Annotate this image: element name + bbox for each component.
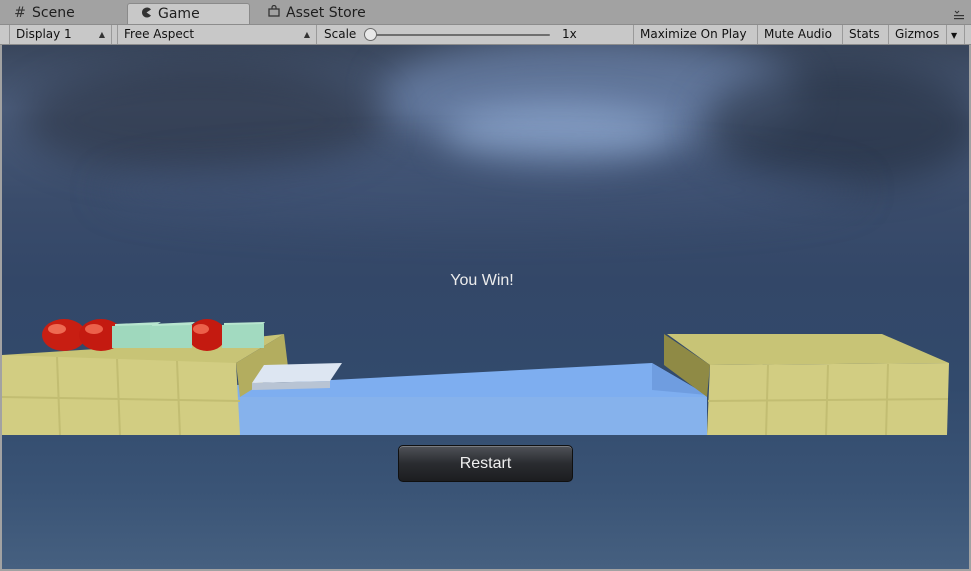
maximize-on-play-label: Maximize On Play [640,27,747,41]
scale-slider-knob[interactable] [364,28,377,41]
aspect-dropdown[interactable]: Free Aspect ▲ [117,25,317,44]
grid-icon: # [14,5,26,21]
tab-scene-label: Scene [32,5,75,21]
red-ball [48,324,66,334]
tab-bar: # Scene Game Asset Store [0,0,971,24]
stats-toggle[interactable]: Stats [843,25,889,44]
white-tile-top [252,363,342,383]
tab-game[interactable]: Game [127,3,250,24]
game-viewport[interactable]: You Win! Restart [2,45,969,569]
red-ball [193,324,209,334]
tab-menu-icon[interactable] [953,10,965,21]
display-dropdown-label: Display 1 [16,27,72,41]
right-block-top [667,334,949,365]
green-box [222,324,264,348]
scale-label: Scale [324,27,357,41]
red-ball [188,319,226,351]
green-box [112,325,154,348]
mute-audio-toggle[interactable]: Mute Audio [758,25,843,44]
maximize-on-play-toggle[interactable]: Maximize On Play [634,25,758,44]
water-front [237,397,707,435]
level-scene [2,319,949,436]
tab-asset-store-label: Asset Store [286,5,366,21]
tab-asset-store[interactable]: Asset Store [256,3,396,24]
red-ball [85,324,103,334]
tab-scene[interactable]: # Scene [2,3,122,24]
mute-audio-label: Mute Audio [764,27,832,41]
scale-slider-track[interactable] [370,34,550,36]
win-message: You Win! [450,272,514,289]
dropdown-arrows-icon: ▲ [98,30,105,39]
chevron-down-icon: ▼ [951,31,958,40]
gizmos-toggle[interactable]: Gizmos [889,25,947,44]
game-toolbar: Display 1 ▲ Free Aspect ▲ Scale 1x Maxim… [0,24,971,45]
gizmos-dropdown-arrow[interactable]: ▼ [947,25,965,44]
tab-game-label: Game [158,5,200,22]
pacman-icon [138,4,154,25]
scale-control: Scale 1x [318,25,634,44]
gizmos-label: Gizmos [895,27,940,41]
aspect-dropdown-label: Free Aspect [124,27,195,41]
display-dropdown[interactable]: Display 1 ▲ [9,25,112,44]
green-box [150,325,192,348]
left-block-front [2,355,240,435]
dropdown-arrows-icon: ▲ [303,30,310,39]
scale-value: 1x [562,27,577,41]
stats-label: Stats [849,27,880,41]
restart-button[interactable]: Restart [398,445,573,482]
store-bag-icon [266,3,282,24]
